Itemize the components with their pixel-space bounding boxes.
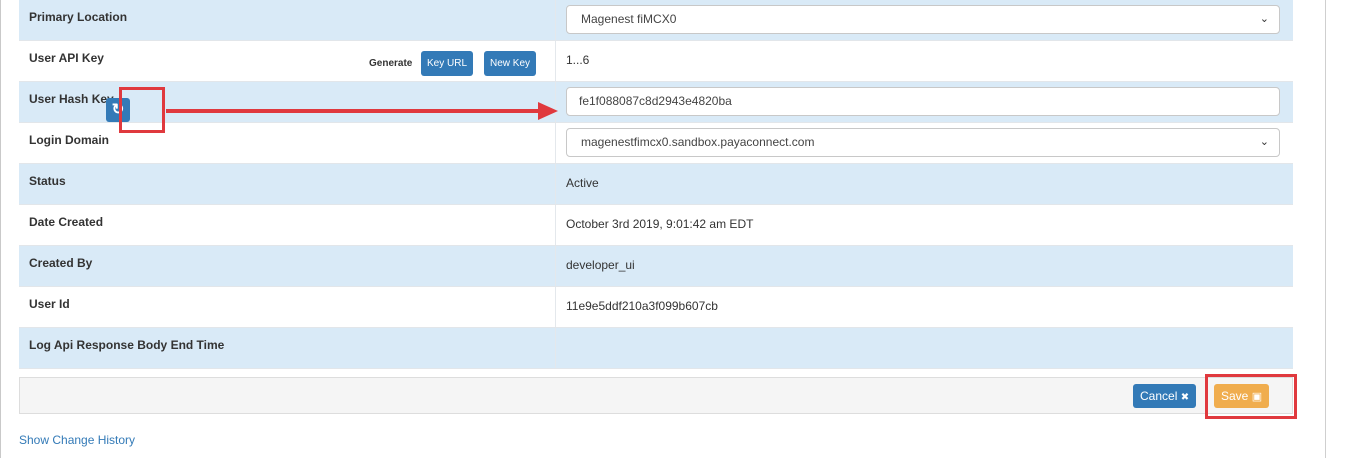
close-circle-icon: ✖ — [1180, 392, 1190, 403]
annotation-arrow-head — [538, 102, 558, 120]
form-action-bar — [19, 377, 1293, 414]
cancel-button[interactable]: Cancel ✖ — [1133, 384, 1197, 408]
cancel-button-label: Cancel — [1140, 389, 1178, 403]
show-change-history-link[interactable]: Show Change History — [19, 433, 135, 447]
highlight-box-save — [1205, 374, 1297, 419]
